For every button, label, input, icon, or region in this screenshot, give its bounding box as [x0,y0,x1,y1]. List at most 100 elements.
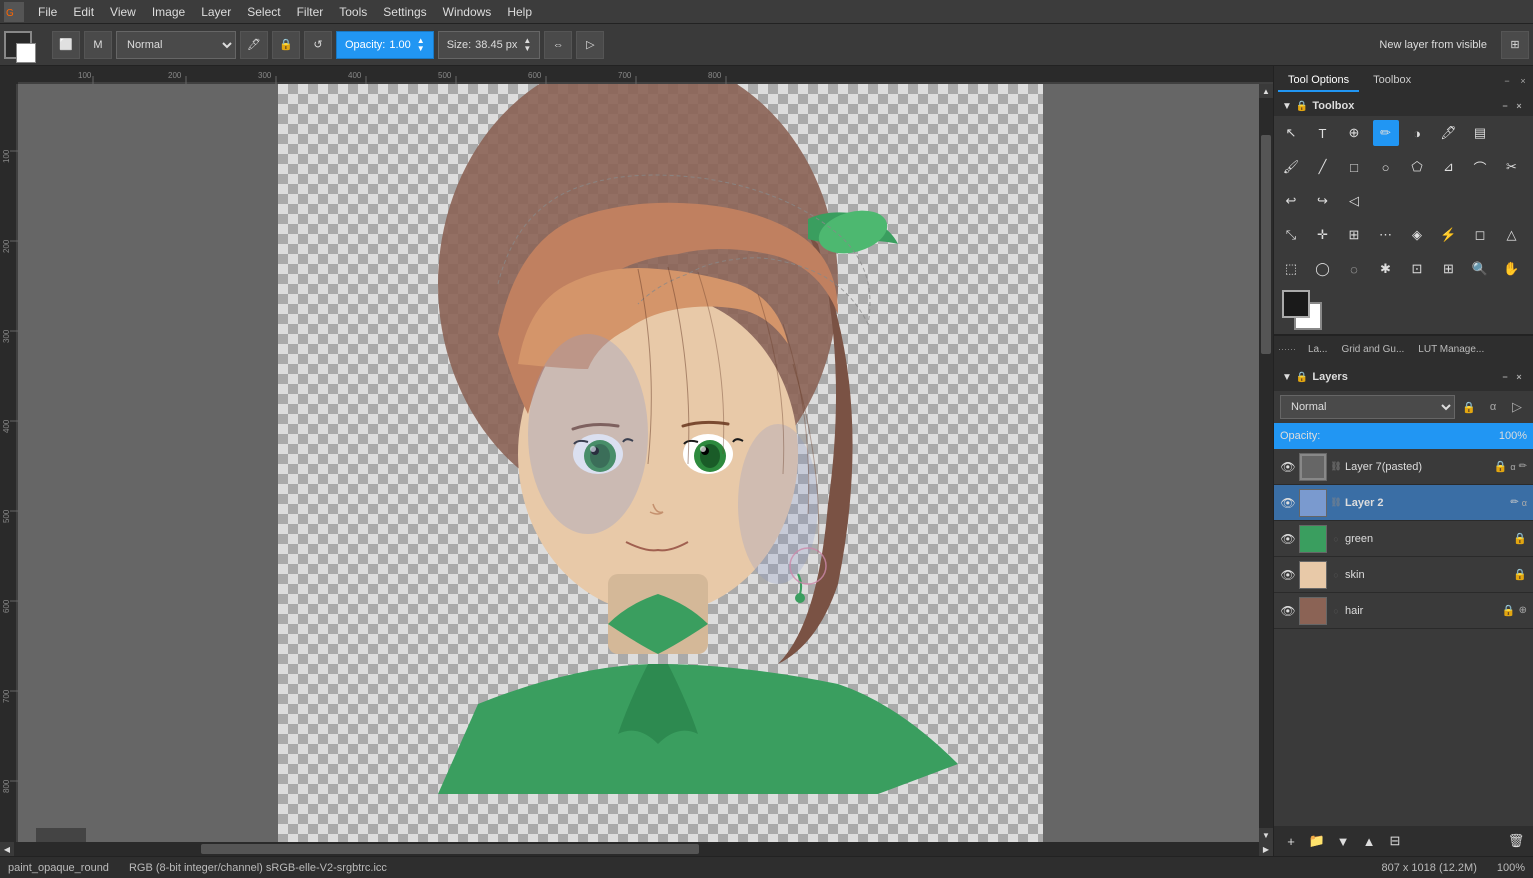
tool-text[interactable]: T [1310,120,1336,146]
foreground-color-swatch[interactable] [1282,290,1310,318]
layer-alpha-lock-btn[interactable]: α [1483,397,1503,417]
paint-dynamics-btn[interactable]: 🖊 [240,31,268,59]
layer-lock-btn[interactable]: 🔒 [1459,397,1479,417]
paint-refresh-btn[interactable]: ↺ [304,31,332,59]
canvas-illustration[interactable] [278,84,1043,842]
tool-perspective[interactable]: ⊞ [1436,256,1462,282]
canvas-viewport[interactable] [18,84,1259,842]
delete-layer-btn[interactable]: 🗑 [1505,830,1527,852]
layer-row[interactable]: 👁 ○ hair 🔒 ⊕ [1274,593,1533,629]
tool-wrap[interactable]: ↩ [1278,188,1304,214]
tool-free-select[interactable]: ⬠ [1404,154,1430,180]
menu-file[interactable]: File [30,3,65,21]
menu-image[interactable]: Image [144,3,193,21]
tool-cage[interactable]: ⋯ [1373,222,1399,248]
menu-filter[interactable]: Filter [289,3,332,21]
tool-rect-select[interactable]: □ [1341,154,1367,180]
tool-scale[interactable]: ⤡ [1278,222,1304,248]
layer-mode-select[interactable]: Normal [1280,395,1455,419]
panel-toggle-btn[interactable]: ⊞ [1501,31,1529,59]
tool-color-picker[interactable]: ◈ [1404,222,1430,248]
tool-move[interactable]: ✛ [1310,222,1336,248]
tab-toolbox[interactable]: Toolbox [1363,70,1421,92]
layer-up-btn[interactable]: ▼ [1332,830,1354,852]
layer-edit-icon[interactable]: ✏ [1510,497,1518,508]
tool-free2[interactable]: ◌ [1341,256,1367,282]
layer-eye-icon[interactable]: 👁 [1280,495,1296,511]
opacity-spinner-up[interactable]: ▲ ▼ [417,37,425,53]
layers-close[interactable]: × [1513,371,1525,383]
vertical-scrollbar[interactable]: ▲ ▼ [1259,84,1273,842]
tool-mode-multiply[interactable]: M [84,31,112,59]
layer-chain-icon[interactable]: ⛓ [1330,461,1342,473]
tool-blur[interactable]: ◑ [1404,120,1430,146]
toolbox-close[interactable]: × [1513,100,1525,112]
layer-chain-icon[interactable]: ○ [1330,569,1342,581]
layer-chain-icon[interactable]: ○ [1330,605,1342,617]
layer-row[interactable]: 👁 ○ green 🔒 [1274,521,1533,557]
layer-eye-icon[interactable]: 👁 [1280,567,1296,583]
tool-pointer[interactable]: ↖ [1278,120,1304,146]
panel-minimize[interactable]: − [1501,75,1513,87]
panel-close[interactable]: × [1517,75,1529,87]
layer-chain-icon[interactable]: ○ [1330,533,1342,545]
menu-help[interactable]: Help [499,3,540,21]
size-control[interactable]: Size: 38.45 px ▲ ▼ [438,31,541,59]
add-layer-group-btn[interactable]: 📁 [1306,830,1328,852]
menu-tools[interactable]: Tools [331,3,375,21]
new-layer-visible-btn[interactable]: New layer from visible [1373,37,1493,53]
vscroll-thumb[interactable] [1261,135,1271,354]
tool-rect-select2[interactable]: ⬚ [1278,256,1304,282]
layer-edit-icon[interactable]: ✏ [1519,461,1527,472]
tool-heal[interactable]: ⚡ [1436,222,1462,248]
menu-settings[interactable]: Settings [375,3,434,21]
layer-expand-btn[interactable]: ▷ [1507,397,1527,417]
toolbox-lock-icon[interactable]: 🔒 [1296,101,1308,112]
menu-view[interactable]: View [102,3,144,21]
tool-pan[interactable]: ✋ [1499,256,1525,282]
tool-path[interactable]: ⌒ [1467,154,1493,180]
layer-eye-icon[interactable]: 👁 [1280,531,1296,547]
tool-hatch[interactable]: ▤ [1467,120,1493,146]
layer-down-btn[interactable]: ▲ [1358,830,1380,852]
tool-back[interactable]: ◁ [1341,188,1367,214]
menu-windows[interactable]: Windows [435,3,500,21]
hscroll-left[interactable]: ◀ [0,842,14,856]
layer-row[interactable]: 👁 ⛓ Layer 7(pasted) 🔒 α ✏ [1274,449,1533,485]
hscroll-right[interactable]: ▶ [1259,842,1273,856]
paint-mode-select[interactable]: Normal Dissolve Multiply Screen [116,31,236,59]
tool-fuzzy2[interactable]: ✱ [1373,256,1399,282]
layers-minimize[interactable]: − [1499,371,1511,383]
tool-line[interactable]: ╱ [1310,154,1336,180]
tab-tool-options[interactable]: Tool Options [1278,70,1359,92]
layer-eye-icon[interactable]: 👁 [1280,459,1296,475]
hscroll-thumb[interactable] [201,844,699,854]
tool-zoom[interactable]: 🔍 [1467,256,1493,282]
tool-align[interactable]: ⊞ [1341,222,1367,248]
tool-pencil[interactable]: ✏ [1373,120,1399,146]
flip-h-btn[interactable]: ⇔ [544,31,572,59]
menu-layer[interactable]: Layer [193,3,239,21]
foreground-color[interactable] [4,31,32,59]
flip-v-btn[interactable]: ▷ [576,31,604,59]
vscroll-up[interactable]: ▲ [1259,84,1273,98]
tool-paintbrush[interactable]: 🖌 [1278,154,1304,180]
layer-opacity-bar[interactable]: Opacity: 100% [1274,423,1533,449]
tool-eraser[interactable]: △ [1499,222,1525,248]
layer-row[interactable]: 👁 ○ skin 🔒 [1274,557,1533,593]
layer-extra-icon[interactable]: ⊕ [1519,605,1527,616]
duplicate-layer-btn[interactable]: ⊟ [1384,830,1406,852]
menu-edit[interactable]: Edit [65,3,102,21]
paint-lock-btn[interactable]: 🔒 [272,31,300,59]
horizontal-scrollbar[interactable]: ◀ ▶ [0,842,1273,856]
tool-mode-replace[interactable]: ⬜ [52,31,80,59]
tool-select-by-color[interactable]: ⊕ [1341,120,1367,146]
lut-manager-tab-btn[interactable]: LUT Manage... [1412,342,1490,357]
layers-lock-icon[interactable]: 🔒 [1296,372,1308,383]
grid-guides-tab-btn[interactable]: Grid and Gu... [1335,342,1410,357]
opacity-control[interactable]: Opacity: 1.00 ▲ ▼ [336,31,434,59]
size-spinner[interactable]: ▲ ▼ [523,37,531,53]
tool-ellipse-select[interactable]: ○ [1373,154,1399,180]
tool-ink[interactable]: 🖊 [1436,120,1462,146]
layers-tab-btn[interactable]: La... [1302,342,1333,357]
